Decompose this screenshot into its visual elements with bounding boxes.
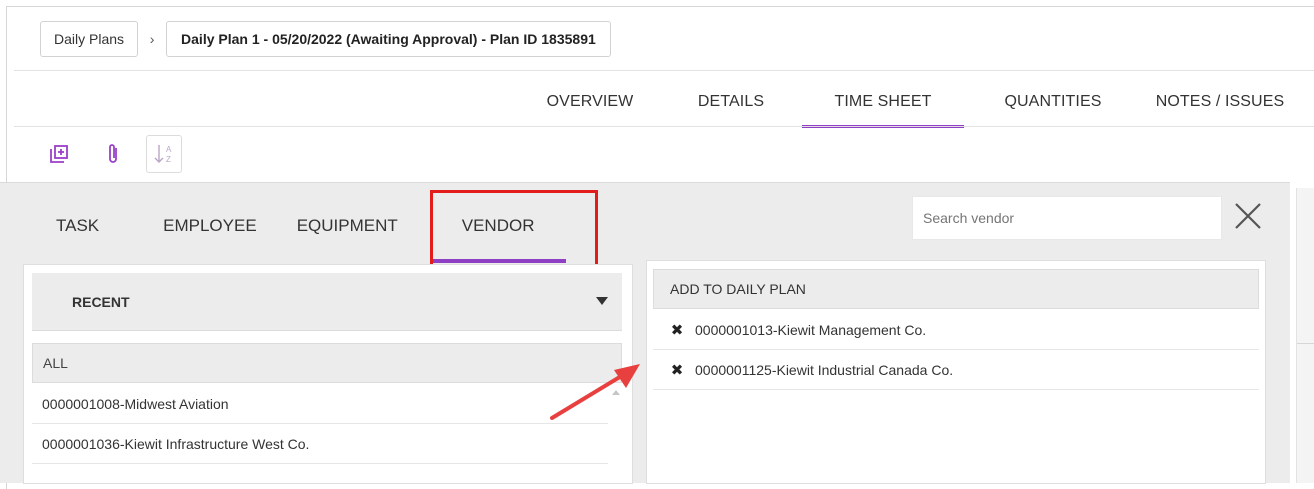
search-vendor-input[interactable] xyxy=(912,196,1222,240)
caret-down-icon xyxy=(596,297,608,305)
selected-vendor-label: 0000001125-Kiewit Industrial Canada Co. xyxy=(695,361,954,378)
all-header: ALL xyxy=(32,343,622,383)
side-panel-edge xyxy=(1296,188,1314,483)
annotation-arrow-icon xyxy=(550,364,640,420)
close-icon[interactable] xyxy=(1230,198,1266,234)
selected-vendor-item: ✖ 0000001125-Kiewit Industrial Canada Co… xyxy=(653,350,1259,390)
tab-details[interactable]: DETAILS xyxy=(670,78,792,128)
add-to-daily-plan-list: ADD TO DAILY PLAN ✖ 0000001013-Kiewit Ma… xyxy=(646,260,1266,484)
list-item[interactable]: 0000001036-Kiewit Infrastructure West Co… xyxy=(32,424,608,464)
add-to-daily-plan-header: ADD TO DAILY PLAN xyxy=(653,269,1259,309)
svg-text:A: A xyxy=(166,145,172,154)
annotation-highlight-box xyxy=(430,190,598,268)
breadcrumb-daily-plans[interactable]: Daily Plans xyxy=(40,21,139,57)
remove-icon[interactable]: ✖ xyxy=(667,361,687,379)
top-tabs: OVERVIEW DETAILS TIME SHEET QUANTITIES N… xyxy=(530,78,1298,128)
tab-employee[interactable]: EMPLOYEE xyxy=(163,205,257,259)
selected-vendor-item: ✖ 0000001013-Kiewit Management Co. xyxy=(653,310,1259,350)
divider xyxy=(14,126,1314,127)
tab-equipment[interactable]: EQUIPMENT xyxy=(297,205,398,259)
breadcrumb-current-plan: Daily Plan 1 - 05/20/2022 (Awaiting Appr… xyxy=(166,21,611,57)
selected-vendor-label: 0000001013-Kiewit Management Co. xyxy=(695,321,927,338)
remove-icon[interactable]: ✖ xyxy=(667,321,687,339)
recent-dropdown[interactable]: RECENT xyxy=(32,273,622,331)
list-item[interactable]: 0000001008-Midwest Aviation xyxy=(32,384,608,424)
divider xyxy=(14,70,1314,71)
tab-task[interactable]: TASK xyxy=(56,205,99,259)
recent-label: RECENT xyxy=(72,293,130,310)
toolbar: A Z xyxy=(40,132,182,176)
tab-notes-issues[interactable]: NOTES / ISSUES xyxy=(1142,78,1298,128)
tab-quantities[interactable]: QUANTITIES xyxy=(978,78,1128,128)
sort-az-icon[interactable]: A Z xyxy=(146,135,182,173)
breadcrumb: Daily Plans › Daily Plan 1 - 05/20/2022 … xyxy=(40,21,611,57)
paperclip-icon[interactable] xyxy=(94,135,132,173)
copy-add-icon[interactable] xyxy=(40,135,78,173)
breadcrumb-separator: › xyxy=(149,31,155,47)
tab-time-sheet[interactable]: TIME SHEET xyxy=(802,78,964,128)
tab-overview[interactable]: OVERVIEW xyxy=(530,78,650,128)
svg-text:Z: Z xyxy=(166,155,171,164)
